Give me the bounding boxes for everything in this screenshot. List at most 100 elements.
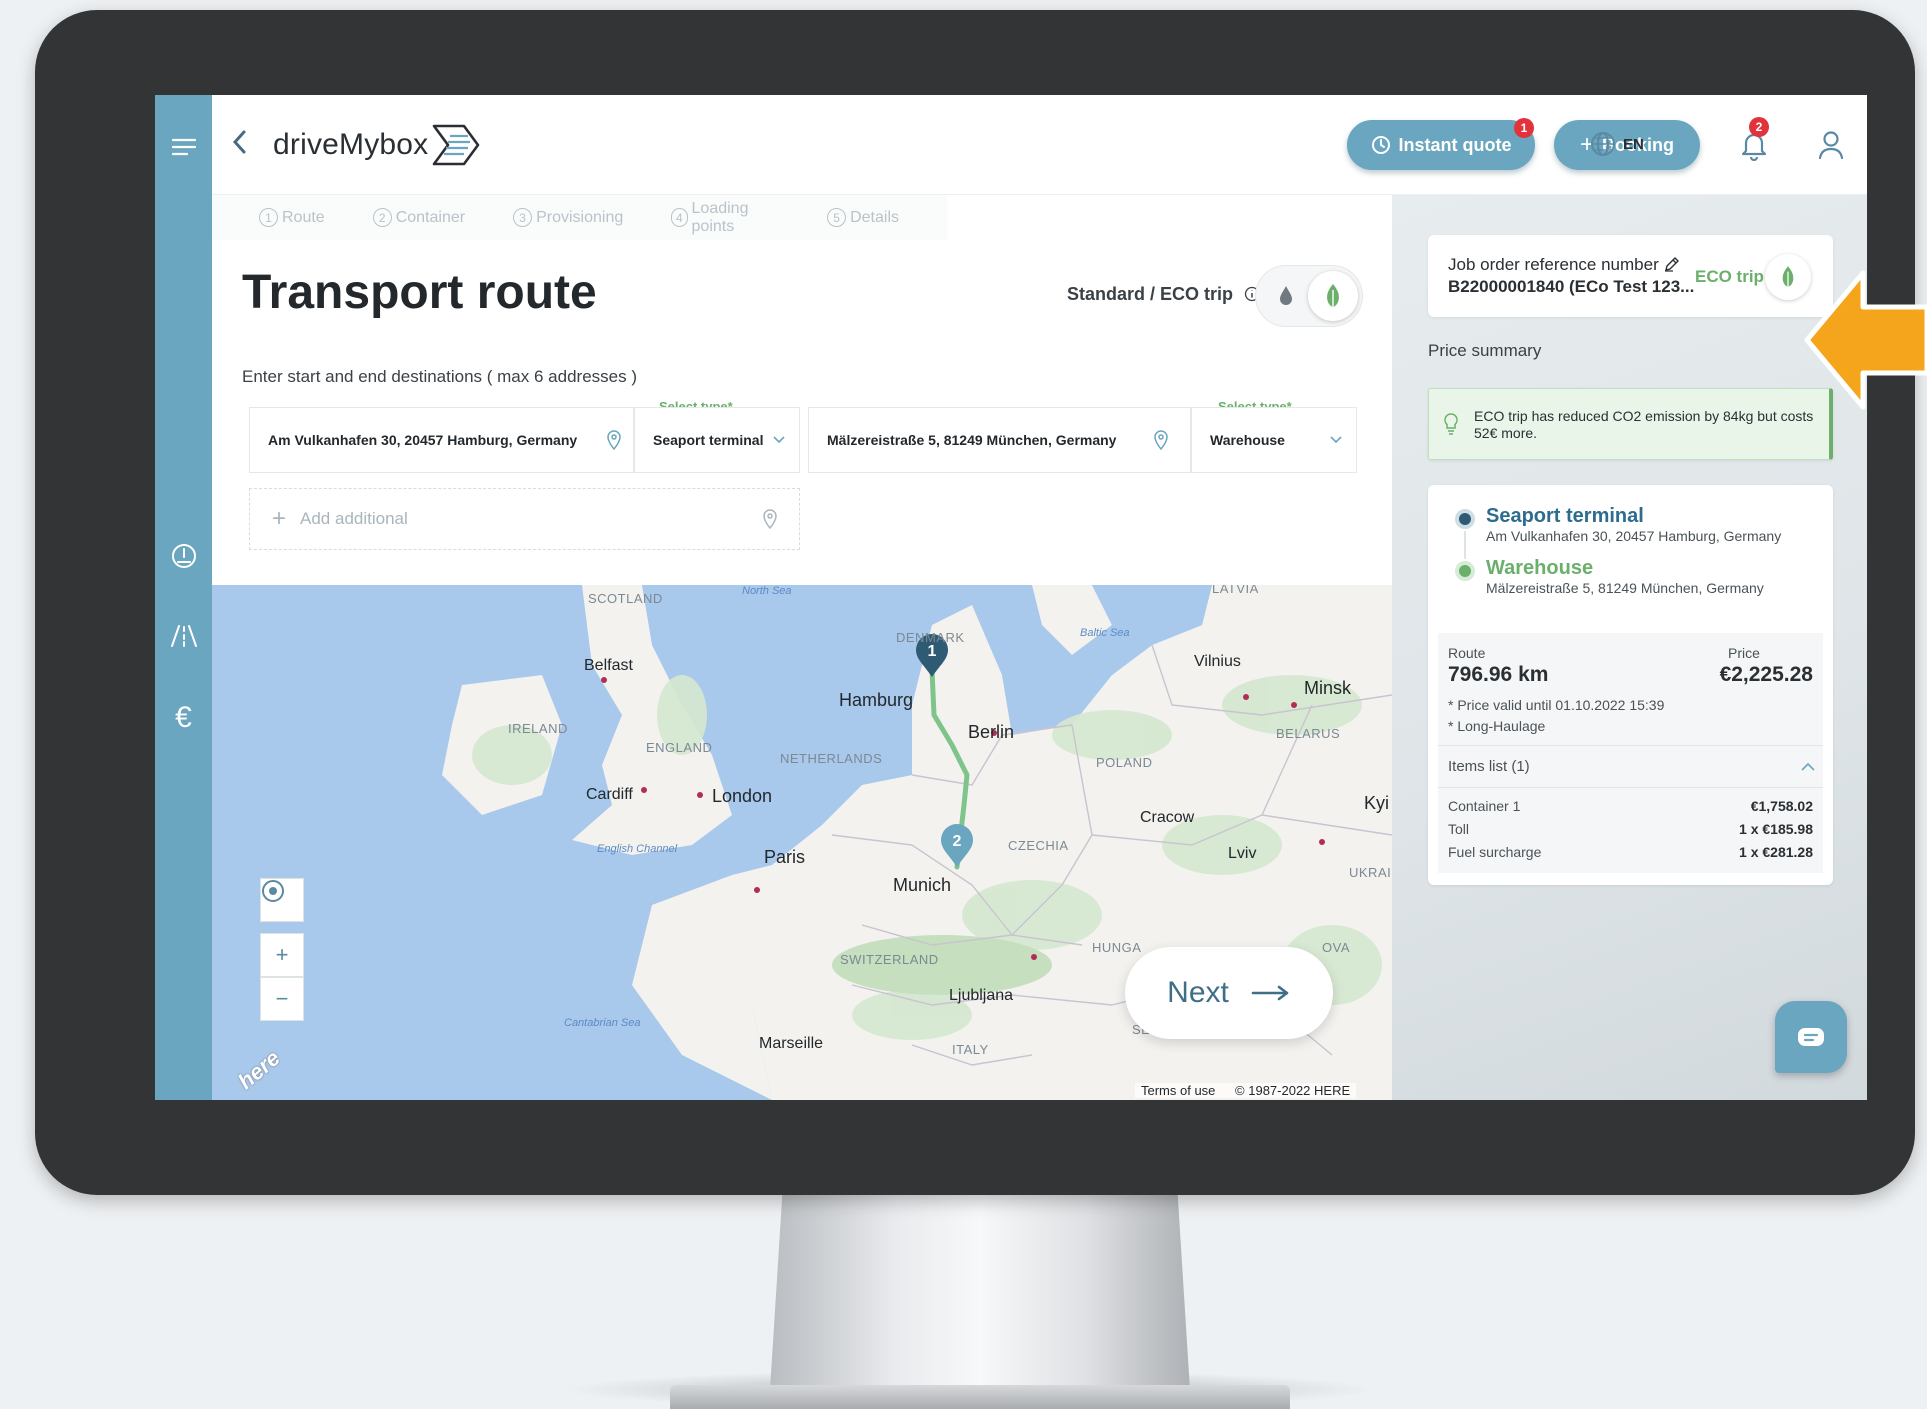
map-label: Kyi [1364, 793, 1390, 813]
menu-icon[interactable] [155, 133, 212, 164]
eco-trip-toggle[interactable] [1255, 265, 1363, 327]
map-label: UKRAI [1349, 865, 1392, 880]
clock-icon [1371, 136, 1390, 154]
map-label: Belfast [584, 657, 633, 674]
map-label: Vilnius [1194, 653, 1241, 670]
step-details[interactable]: 5 Details [827, 208, 899, 227]
origin-address-field[interactable]: Am Vulkanhafen 30, 20457 Hamburg, German… [249, 407, 634, 473]
map-label: North Sea [742, 585, 792, 597]
target-icon [262, 880, 284, 902]
map-label: Lviv [1228, 845, 1257, 862]
step-number: 4 [671, 208, 688, 227]
logo[interactable]: driveMybox [273, 117, 482, 173]
instant-quote-badge: 1 [1514, 118, 1534, 138]
route-instruction: Enter start and end destinations ( max 6… [242, 367, 637, 386]
chevron-down-icon [773, 436, 785, 444]
map-label: Hamburg [839, 690, 914, 710]
route-value: 796.96 km [1448, 663, 1549, 686]
page-title: Transport route [242, 266, 597, 319]
zoom-in-button[interactable]: + [260, 933, 304, 977]
route-marker-1-label: 1 [928, 643, 937, 660]
step-navigation: 1 Route 2 Container 3 Provisioning 4 Loading… [212, 195, 947, 240]
eco-notice-text: ECO trip has reduced CO2 emission by 84k… [1474, 408, 1814, 441]
map-label: Cardiff [586, 786, 633, 803]
map-label: CZECHIA [1008, 838, 1069, 853]
summary-destination-address: Mälzereistraße 5, 81249 München, Germany [1486, 580, 1764, 596]
euro-icon[interactable]: € [155, 701, 212, 735]
step-number: 5 [827, 208, 847, 227]
user-icon[interactable] [1817, 129, 1845, 166]
chevron-up-icon[interactable] [1801, 762, 1815, 771]
zoom-out-button[interactable]: − [260, 977, 304, 1021]
origin-dot-icon [1455, 509, 1475, 529]
route-summary-card: Seaport terminal Am Vulkanhafen 30, 2045… [1428, 485, 1833, 885]
locate-me-button[interactable] [260, 878, 304, 922]
price-summary-label: Price summary [1428, 341, 1542, 360]
job-ref-label: Job order reference number [1448, 255, 1681, 275]
origin-type-value: Seaport terminal [653, 432, 764, 448]
step-label: Loading points [691, 199, 749, 235]
highlight-arrow-icon [1804, 270, 1927, 410]
add-additional-label: Add additional [300, 509, 408, 528]
edit-icon[interactable] [1663, 255, 1681, 273]
notifications-badge: 2 [1749, 117, 1769, 137]
step-provisioning[interactable]: 3 Provisioning [513, 208, 623, 227]
item-value: €1,758.02 [1750, 798, 1813, 814]
map-label: OVA [1322, 940, 1350, 955]
sidebar: € [155, 95, 212, 1100]
step-container[interactable]: 2 Container [372, 208, 465, 227]
back-chevron-icon[interactable] [232, 129, 248, 162]
destination-type-select[interactable]: Warehouse [1191, 407, 1357, 473]
arrow-right-icon [1251, 985, 1289, 1001]
next-button[interactable]: Next [1125, 947, 1333, 1039]
origin-address-value: Am Vulkanhafen 30, 20457 Hamburg, German… [268, 432, 578, 448]
eco-trip-knob[interactable] [1308, 271, 1358, 321]
origin-type-select[interactable]: Seaport terminal [634, 407, 800, 473]
map-label: Munich [893, 875, 952, 895]
step-route[interactable]: 1 Route [259, 208, 325, 227]
map-label: Ljubljana [949, 987, 1014, 1004]
item-name: Fuel surcharge [1448, 844, 1542, 860]
summary-origin-address: Am Vulkanhafen 30, 20457 Hamburg, German… [1486, 528, 1782, 544]
map-label: English Channel [597, 843, 678, 855]
chat-button[interactable] [1775, 1001, 1847, 1073]
map-label: NETHERLANDS [780, 751, 883, 766]
map-label: SCOTLAND [588, 591, 663, 606]
dashboard-icon[interactable] [155, 542, 212, 577]
map-label: Cracow [1140, 809, 1195, 826]
top-header: driveMybox Instant quote 1 + Booking 2 E… [212, 95, 1867, 195]
step-number: 2 [372, 208, 392, 227]
price-valid-note: * Price valid until 01.10.2022 15:39 [1448, 697, 1665, 713]
items-list-toggle[interactable]: Items list (1) [1448, 758, 1530, 775]
standard-trip-knob[interactable] [1261, 271, 1311, 321]
location-pin-icon[interactable] [607, 430, 621, 450]
app-screen: € driveMybox Instant quote 1 + Booking 2… [155, 95, 1867, 1100]
job-reference-card: Job order reference number B22000001840 … [1428, 235, 1833, 317]
step-label: Route [282, 208, 325, 226]
logo-text: driveMybox [273, 128, 429, 161]
map-label: Paris [764, 847, 806, 867]
step-loading-points[interactable]: 4 Loading points [671, 200, 779, 236]
terms-of-use-link[interactable]: Terms of use [1141, 1083, 1215, 1098]
eco-toggle-text: Standard / ECO trip [1067, 284, 1234, 304]
eco-toggle-label: Standard / ECO trip [1067, 284, 1260, 305]
location-pin-icon[interactable] [1154, 430, 1169, 450]
eco-notice: ECO trip has reduced CO2 emission by 84k… [1428, 388, 1833, 460]
price-value: €2,225.28 [1719, 663, 1813, 686]
map-label: Baltic Sea [1080, 627, 1130, 639]
map-label: Cantabrian Sea [564, 1017, 641, 1029]
language-selector[interactable]: EN [1589, 130, 1644, 158]
instant-quote-button[interactable]: Instant quote [1347, 120, 1535, 170]
destination-address-field[interactable]: Mälzereistraße 5, 81249 München, Germany [808, 407, 1191, 473]
map-label: HUNGA [1092, 940, 1142, 955]
destination-type-value: Warehouse [1210, 432, 1285, 448]
map-footer: Terms of use © 1987-2022 HERE [1135, 1083, 1357, 1098]
add-additional-address[interactable]: + Add additional [249, 488, 800, 550]
summary-destination-type: Warehouse [1486, 557, 1594, 579]
monitor-frame: € driveMybox Instant quote 1 + Booking 2… [35, 10, 1915, 1195]
map-label: POLAND [1096, 755, 1153, 770]
item-name: Toll [1448, 821, 1470, 837]
lightbulb-icon [1444, 413, 1458, 435]
logo-box-icon [433, 124, 480, 166]
road-icon[interactable] [155, 623, 212, 656]
